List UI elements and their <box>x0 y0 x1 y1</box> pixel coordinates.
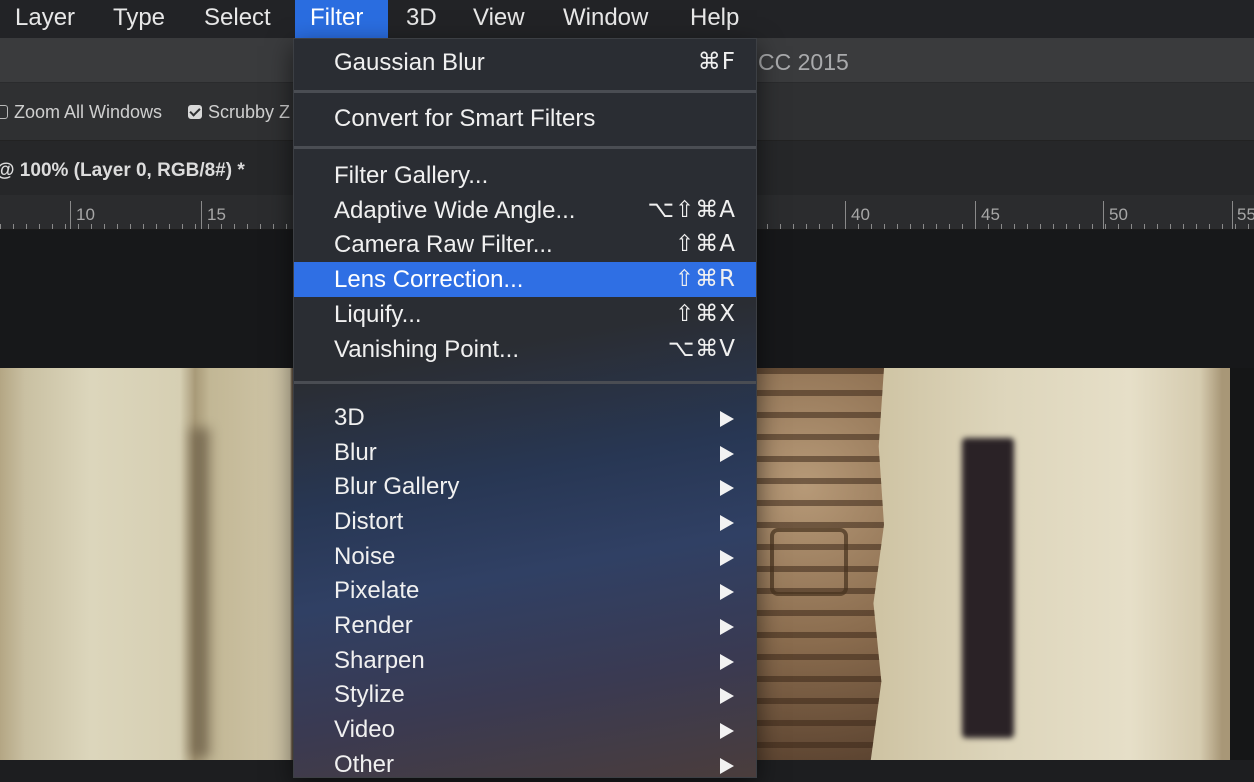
ruler-major-tick <box>201 201 202 229</box>
submenu-arrow-icon <box>720 619 734 635</box>
menu-item-lens-correction[interactable]: Lens Correction... ⇧⌘R <box>294 262 756 297</box>
scrubby-zoom-checkbox[interactable] <box>188 105 202 119</box>
submenu-blur-gallery[interactable]: Blur Gallery <box>294 469 756 504</box>
menu-item-label: Other <box>334 751 395 778</box>
menu-item-label: Camera Raw Filter... <box>334 231 553 258</box>
menu-item-shortcut: ⇧⌘R <box>674 266 736 292</box>
canvas-photo-detail <box>190 428 210 758</box>
submenu-3d[interactable]: 3D <box>294 400 756 435</box>
pasteboard-edge <box>1230 368 1254 760</box>
menu-item-filter-gallery[interactable]: Filter Gallery... <box>294 158 756 193</box>
menu-item-label: Lens Correction... <box>334 266 524 293</box>
ruler-label: 15 <box>207 205 226 224</box>
submenu-arrow-icon <box>720 480 734 496</box>
submenu-sharpen[interactable]: Sharpen <box>294 643 756 678</box>
submenu-pixelate[interactable]: Pixelate <box>294 573 756 608</box>
scrubby-zoom-option[interactable]: Scrubby Z <box>188 101 290 123</box>
ruler-label: 50 <box>1109 205 1128 224</box>
zoom-all-windows-option[interactable]: Zoom All Windows <box>0 101 162 123</box>
submenu-other[interactable]: Other <box>294 747 756 782</box>
menu-item-camera-raw-filter[interactable]: Camera Raw Filter... ⇧⌘A <box>294 227 756 262</box>
menu-item-label: Stylize <box>334 681 405 708</box>
submenu-arrow-icon <box>720 654 734 670</box>
menu-item-label: Filter Gallery... <box>334 162 489 189</box>
ruler-major-tick <box>1232 201 1233 229</box>
menu-separator <box>294 381 756 384</box>
menu-item-convert-smart-filters[interactable]: Convert for Smart Filters <box>294 101 756 136</box>
menu-item-liquify[interactable]: Liquify... ⇧⌘X <box>294 297 756 332</box>
ruler-label: 45 <box>981 205 1000 224</box>
submenu-arrow-icon <box>720 411 734 427</box>
submenu-video[interactable]: Video <box>294 712 756 747</box>
canvas-photo-frame <box>962 438 1014 738</box>
menu-item-shortcut: ⌘F <box>697 49 736 75</box>
menu-item-label: Video <box>334 716 395 743</box>
scrubby-zoom-label: Scrubby Z <box>208 102 291 122</box>
menu-item-shortcut: ⇧⌘X <box>674 301 736 327</box>
menu-select[interactable]: Select <box>189 0 286 38</box>
menu-help[interactable]: Help <box>675 0 754 38</box>
filter-menu-dropdown: Gaussian Blur ⌘F Convert for Smart Filte… <box>293 38 757 778</box>
ruler-major-tick <box>845 201 846 229</box>
submenu-noise[interactable]: Noise <box>294 539 756 574</box>
menu-filter[interactable]: Filter <box>295 0 388 38</box>
submenu-arrow-icon <box>720 584 734 600</box>
submenu-stylize[interactable]: Stylize <box>294 677 756 712</box>
submenu-render[interactable]: Render <box>294 608 756 643</box>
menu-separator <box>294 146 756 149</box>
menu-3d[interactable]: 3D <box>391 0 452 38</box>
submenu-arrow-icon <box>720 550 734 566</box>
canvas-photo-detail <box>770 528 848 596</box>
submenu-arrow-icon <box>720 688 734 704</box>
menu-item-label: Blur <box>334 439 377 466</box>
ruler-major-tick <box>975 201 976 229</box>
menu-item-shortcut: ⇧⌘A <box>674 231 736 257</box>
submenu-arrow-icon <box>720 723 734 739</box>
menu-layer[interactable]: Layer <box>0 0 90 38</box>
menu-separator <box>294 90 756 93</box>
menu-item-label: Render <box>334 612 413 639</box>
menu-item-label: Liquify... <box>334 301 422 328</box>
submenu-arrow-icon <box>720 758 734 774</box>
menu-window[interactable]: Window <box>548 0 663 38</box>
menu-item-gaussian-blur[interactable]: Gaussian Blur ⌘F <box>294 45 756 80</box>
zoom-all-windows-label: Zoom All Windows <box>14 102 163 122</box>
menu-view[interactable]: View <box>458 0 540 38</box>
menu-item-label: Blur Gallery <box>334 473 460 500</box>
ruler-major-tick <box>1103 201 1104 229</box>
ruler-label: 40 <box>851 205 870 224</box>
zoom-all-windows-checkbox[interactable] <box>0 105 8 119</box>
menu-item-label: Distort <box>334 508 404 535</box>
ruler-major-tick <box>70 201 71 229</box>
menu-item-label: Noise <box>334 543 396 570</box>
menu-type[interactable]: Type <box>98 0 180 38</box>
menu-item-label: Gaussian Blur <box>334 49 485 76</box>
menu-item-shortcut: ⌥⇧⌘A <box>647 197 736 223</box>
menu-item-label: 3D <box>334 404 365 431</box>
menu-item-label: Convert for Smart Filters <box>334 105 596 132</box>
menu-item-shortcut: ⌥⌘V <box>667 336 736 362</box>
submenu-arrow-icon <box>720 446 734 462</box>
ruler-label: 55 <box>1237 205 1254 224</box>
document-tab[interactable]: @ 100% (Layer 0, RGB/8#) * <box>0 141 245 195</box>
menu-item-label: Pixelate <box>334 577 420 604</box>
ruler-label: 10 <box>76 205 95 224</box>
menu-bar: Layer Type Select Filter 3D View Window … <box>0 0 1254 38</box>
submenu-arrow-icon <box>720 515 734 531</box>
menu-item-label: Sharpen <box>334 647 425 674</box>
submenu-blur[interactable]: Blur <box>294 435 756 470</box>
submenu-distort[interactable]: Distort <box>294 504 756 539</box>
window-title: CC 2015 <box>758 49 849 75</box>
menu-item-label: Vanishing Point... <box>334 336 520 363</box>
menu-item-adaptive-wide-angle[interactable]: Adaptive Wide Angle... ⌥⇧⌘A <box>294 193 756 228</box>
menu-item-vanishing-point[interactable]: Vanishing Point... ⌥⌘V <box>294 332 756 367</box>
menu-item-label: Adaptive Wide Angle... <box>334 197 576 224</box>
